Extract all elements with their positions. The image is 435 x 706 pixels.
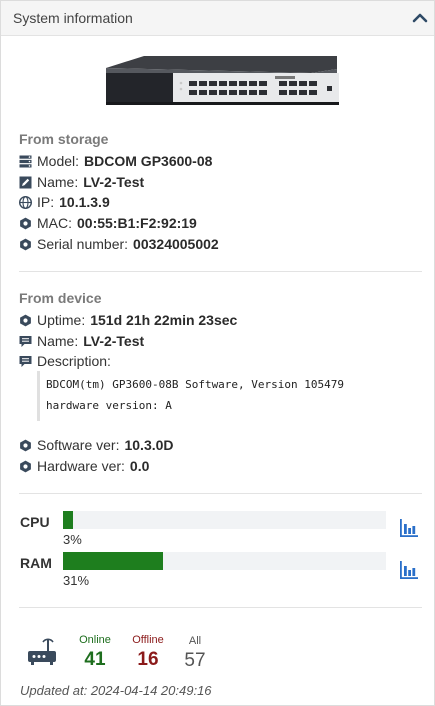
ram-percent: 31% — [63, 573, 90, 588]
bar-chart-icon — [400, 519, 418, 537]
cpu-progress-fill — [63, 511, 73, 529]
from-storage-title: From storage — [19, 131, 109, 147]
description-block: BDCOM(tm) GP3600-08B Software, Version 1… — [37, 371, 400, 421]
offline-stat[interactable]: Offline 16 — [128, 634, 168, 671]
software-row: Software ver: 10.3.0D — [19, 436, 174, 454]
online-stat[interactable]: Online 41 — [75, 634, 115, 671]
divider — [19, 493, 422, 494]
hardware-label: Hardware ver: — [37, 458, 125, 474]
all-label: All — [188, 635, 202, 647]
mac-row: MAC: 00:55:B1:F2:92:19 — [19, 214, 197, 232]
divider — [19, 607, 422, 608]
model-label: Model: — [37, 153, 80, 169]
comment-icon — [19, 355, 32, 367]
all-count: 57 — [184, 650, 206, 671]
cpu-progress-bar — [63, 511, 386, 529]
globe-icon — [19, 195, 32, 209]
server-icon — [19, 155, 32, 167]
divider — [19, 271, 422, 272]
cpu-chart-button[interactable] — [399, 518, 419, 538]
storage-name-row: Name: LV-2-Test — [19, 173, 144, 191]
mac-value: 00:55:B1:F2:92:19 — [77, 215, 197, 231]
uptime-row: Uptime: 151d 21h 22min 23sec — [19, 311, 237, 329]
ip-value: 10.1.3.9 — [59, 194, 110, 210]
ram-label: RAM — [20, 555, 52, 571]
software-label: Software ver: — [37, 437, 120, 453]
online-label: Online — [79, 634, 111, 646]
ram-chart-button[interactable] — [399, 560, 419, 580]
hexagon-icon — [20, 217, 31, 229]
chevron-up-icon — [412, 13, 428, 23]
device-name-label: Name: — [37, 333, 79, 349]
comment-icon — [19, 335, 32, 347]
updated-at: Updated at: 2024-04-14 20:49:16 — [20, 683, 212, 698]
ram-progress-bar — [63, 552, 386, 570]
hexagon-icon — [20, 460, 31, 472]
mac-label: MAC: — [37, 215, 72, 231]
panel-header[interactable]: System information — [1, 1, 434, 36]
offline-label: Offline — [132, 634, 164, 646]
software-value: 10.3.0D — [124, 437, 174, 453]
router-icon — [28, 638, 56, 665]
bar-chart-icon — [400, 561, 418, 579]
from-device-title: From device — [19, 290, 102, 306]
description-label: Description: — [37, 353, 111, 369]
hardware-row: Hardware ver: 0.0 — [19, 457, 149, 475]
model-value: BDCOM GP3600-08 — [84, 153, 213, 169]
device-name-value: LV-2-Test — [83, 333, 145, 349]
description-line: BDCOM(tm) GP3600-08B Software, Version 1… — [46, 378, 345, 391]
panel-title: System information — [13, 10, 133, 26]
description-line: hardware version: A — [46, 399, 172, 412]
cpu-percent: 3% — [63, 532, 82, 547]
description-row: Description: — [19, 352, 116, 370]
hardware-value: 0.0 — [129, 458, 150, 474]
storage-name-label: Name: — [37, 174, 79, 190]
ip-row: IP: 10.1.3.9 — [19, 193, 110, 211]
system-information-panel: System information From storage Model: B… — [0, 0, 435, 706]
serial-value: 00324005002 — [133, 236, 219, 252]
uptime-label: Uptime: — [37, 312, 86, 328]
collapse-button[interactable] — [410, 8, 430, 28]
model-row: Model: BDCOM GP3600-08 — [19, 152, 212, 170]
ip-label: IP: — [37, 194, 55, 210]
cpu-label: CPU — [20, 514, 50, 530]
all-stat[interactable]: All 57 — [175, 635, 215, 672]
hexagon-icon — [20, 439, 31, 451]
uptime-value: 151d 21h 22min 23sec — [90, 312, 238, 328]
ram-progress-fill — [63, 552, 164, 570]
storage-name-value: LV-2-Test — [83, 174, 145, 190]
online-count: 41 — [84, 649, 106, 670]
switch-device-image — [106, 56, 339, 105]
device-name-row: Name: LV-2-Test — [19, 332, 144, 350]
hexagon-icon — [20, 314, 31, 326]
offline-count: 16 — [137, 649, 159, 670]
edit-icon — [19, 176, 32, 188]
serial-row: Serial number: 00324005002 — [19, 235, 219, 253]
hexagon-icon — [20, 238, 31, 250]
serial-label: Serial number: — [37, 236, 129, 252]
